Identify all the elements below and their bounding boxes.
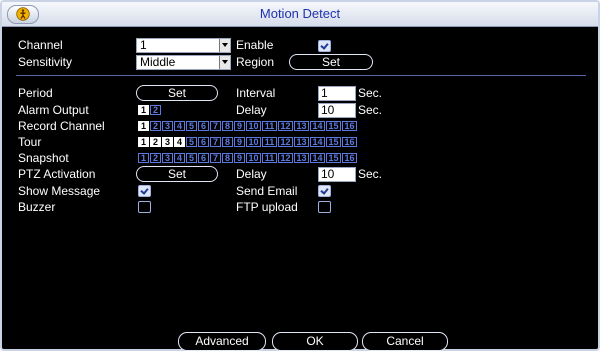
snapshot-cell-10[interactable]: 10 (246, 153, 261, 163)
delay-unit: Sec. (358, 103, 383, 117)
delay-input[interactable]: 10 (318, 103, 356, 118)
ftp-upload-checkbox[interactable] (318, 201, 331, 213)
sensitivity-value: Middle (140, 55, 176, 69)
snapshot-cell-7[interactable]: 7 (210, 153, 221, 163)
tour-cell-15[interactable]: 15 (326, 137, 341, 147)
tour-cell-1[interactable]: 1 (138, 137, 149, 147)
tour-cell-6[interactable]: 6 (198, 137, 209, 147)
snapshot-cell-2[interactable]: 2 (150, 153, 161, 163)
alarm-output-cell-2[interactable]: 2 (150, 105, 161, 115)
record-channel-label: Record Channel (18, 119, 105, 133)
record-channel-cell-14[interactable]: 14 (310, 121, 325, 131)
tour-cell-13[interactable]: 13 (294, 137, 309, 147)
tour-cell-14[interactable]: 14 (310, 137, 325, 147)
region-set-button[interactable]: Set (289, 54, 373, 70)
record-channel-cell-2[interactable]: 2 (150, 121, 161, 131)
ftp-upload-label: FTP upload (236, 200, 298, 214)
snapshot-cell-16[interactable]: 16 (342, 153, 357, 163)
send-email-checkbox[interactable] (318, 185, 331, 197)
record-channel-cell-5[interactable]: 5 (186, 121, 197, 131)
tour-cell-10[interactable]: 10 (246, 137, 261, 147)
alarm-output-label: Alarm Output (18, 103, 89, 117)
record-channel-cell-7[interactable]: 7 (210, 121, 221, 131)
cancel-button[interactable]: Cancel (362, 332, 448, 351)
snapshot-cell-8[interactable]: 8 (222, 153, 233, 163)
advanced-button[interactable]: Advanced (178, 332, 266, 351)
region-label: Region (236, 55, 275, 69)
snapshot-cell-6[interactable]: 6 (198, 153, 209, 163)
tour-cell-9[interactable]: 9 (234, 137, 245, 147)
record-channel-cell-10[interactable]: 10 (246, 121, 261, 131)
record-channel-cell-9[interactable]: 9 (234, 121, 245, 131)
motion-detect-window: Motion Detect Channel 1 Enable Sensitivi… (0, 0, 600, 351)
tour-label: Tour (18, 135, 42, 149)
show-message-label: Show Message (18, 184, 101, 198)
record-channel-cell-16[interactable]: 16 (342, 121, 357, 131)
tour-cell-4[interactable]: 4 (174, 137, 185, 147)
channel-select[interactable]: 1 (136, 38, 231, 53)
tour-cell-12[interactable]: 12 (278, 137, 293, 147)
period-set-button[interactable]: Set (136, 85, 218, 101)
ok-button[interactable]: OK (272, 332, 358, 351)
record-channel-cell-1[interactable]: 1 (138, 121, 149, 131)
sensitivity-label: Sensitivity (18, 55, 73, 69)
chevron-down-icon[interactable] (219, 56, 230, 69)
record-channel-cell-6[interactable]: 6 (198, 121, 209, 131)
record-channel-cell-11[interactable]: 11 (262, 121, 277, 131)
record-channel-cell-15[interactable]: 15 (326, 121, 341, 131)
tour-cell-2[interactable]: 2 (150, 137, 161, 147)
snapshot-cell-14[interactable]: 14 (310, 153, 325, 163)
snapshot-cell-5[interactable]: 5 (186, 153, 197, 163)
record-channel-cell-4[interactable]: 4 (174, 121, 185, 131)
snapshot-cell-3[interactable]: 3 (162, 153, 173, 163)
tour-cell-3[interactable]: 3 (162, 137, 173, 147)
snapshot-cell-11[interactable]: 11 (262, 153, 277, 163)
show-message-checkbox[interactable] (138, 185, 151, 197)
record-channel-cell-8[interactable]: 8 (222, 121, 233, 131)
tour-cell-16[interactable]: 16 (342, 137, 357, 147)
snapshot-cell-4[interactable]: 4 (174, 153, 185, 163)
enable-label: Enable (236, 38, 274, 52)
snapshot-cell-1[interactable]: 1 (138, 153, 149, 163)
ptz-delay-label: Delay (236, 167, 267, 181)
sensitivity-select[interactable]: Middle (136, 55, 231, 70)
title-bar: Motion Detect (2, 2, 598, 27)
ptz-activation-label: PTZ Activation (18, 167, 96, 181)
ptz-delay-input[interactable]: 10 (318, 167, 356, 182)
channel-value: 1 (140, 38, 147, 52)
period-label: Period (18, 86, 53, 100)
interval-label: Interval (236, 86, 276, 100)
tour-cell-8[interactable]: 8 (222, 137, 233, 147)
snapshot-cell-12[interactable]: 12 (278, 153, 293, 163)
snapshot-cell-9[interactable]: 9 (234, 153, 245, 163)
interval-input[interactable]: 1 (318, 86, 356, 101)
tour-cell-11[interactable]: 11 (262, 137, 277, 147)
interval-unit: Sec. (358, 86, 383, 100)
tour-cell-5[interactable]: 5 (186, 137, 197, 147)
record-channel-cell-12[interactable]: 12 (278, 121, 293, 131)
ptz-delay-unit: Sec. (358, 167, 383, 181)
enable-checkbox[interactable] (318, 40, 331, 52)
chevron-down-icon[interactable] (219, 39, 230, 52)
alarm-output-cell-1[interactable]: 1 (138, 105, 149, 115)
snapshot-cell-15[interactable]: 15 (326, 153, 341, 163)
ptz-set-button[interactable]: Set (136, 166, 218, 182)
delay-label: Delay (236, 103, 267, 117)
record-channel-cell-13[interactable]: 13 (294, 121, 309, 131)
tour-cell-7[interactable]: 7 (210, 137, 221, 147)
send-email-label: Send Email (236, 184, 298, 198)
channel-label: Channel (18, 38, 63, 52)
buzzer-label: Buzzer (18, 200, 56, 214)
snapshot-label: Snapshot (18, 151, 69, 165)
buzzer-checkbox[interactable] (138, 201, 151, 213)
window-title: Motion Detect (259, 6, 341, 21)
snapshot-cell-13[interactable]: 13 (294, 153, 309, 163)
record-channel-cell-3[interactable]: 3 (162, 121, 173, 131)
section-divider (16, 75, 586, 76)
